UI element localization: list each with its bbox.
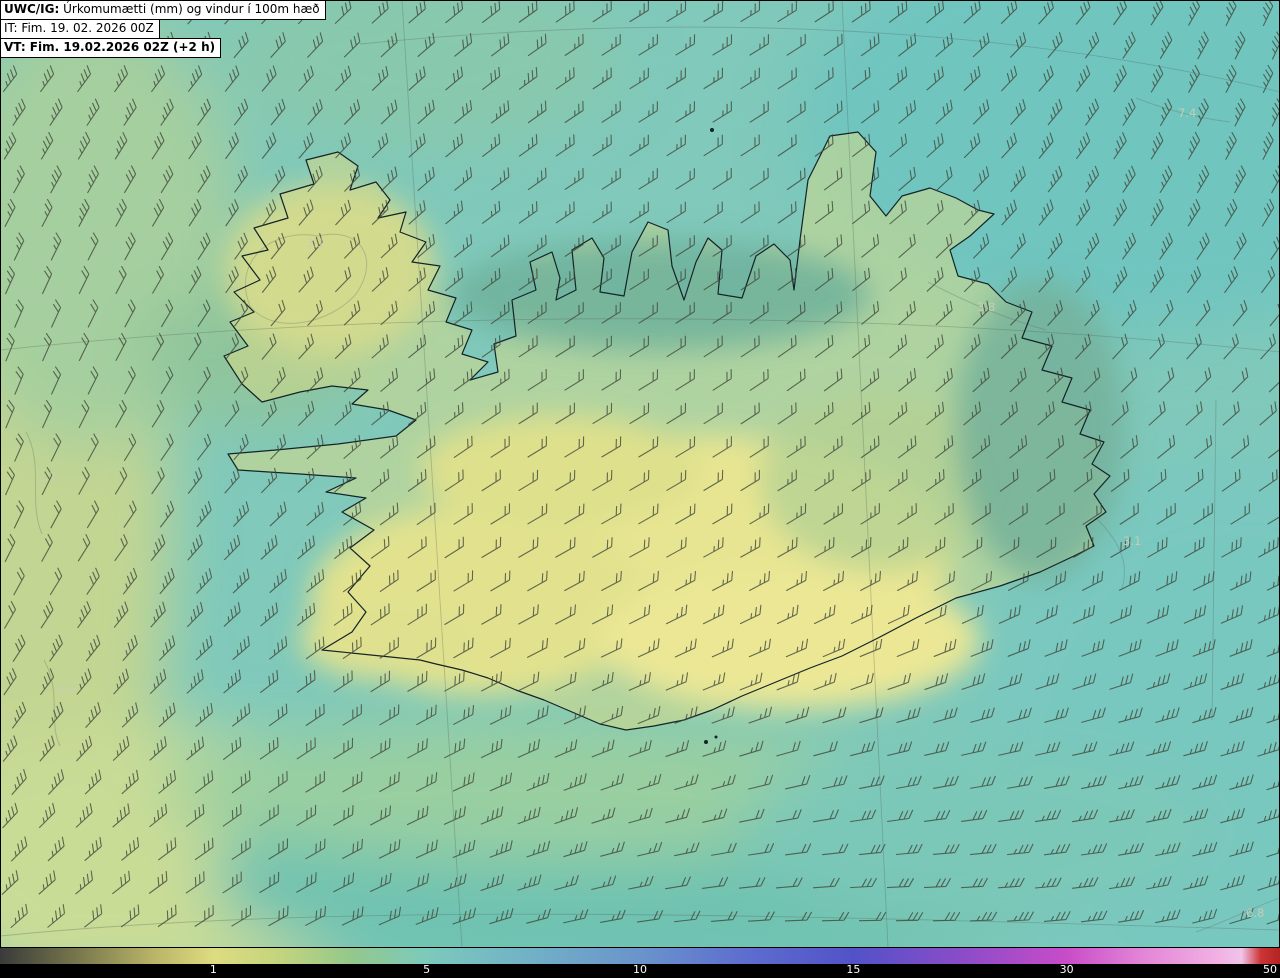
weather-map-app: 3.1 7.4 3.8 2.7 3.1 3.4 6.8 UWC/IG: Úrkomumætt… xyxy=(0,0,1280,978)
product-title-line: UWC/IG: Úrkomumætti (mm) og vindur í 100… xyxy=(0,0,326,20)
contour-label: 3.1 xyxy=(1123,534,1141,548)
colorbar-tick-label: 50 xyxy=(1263,963,1277,976)
colorbar-tick-label: 1 xyxy=(209,963,217,976)
map-canvas: 3.1 7.4 3.8 2.7 3.1 3.4 6.8 UWC/IG: Úrkomumætt… xyxy=(0,0,1280,948)
contour-label: 3.8 xyxy=(977,300,995,314)
contour-label: 3.4 xyxy=(56,683,74,697)
valid-time-line: VT: Fim. 19.02.2026 02Z (+2 h) xyxy=(0,38,222,58)
colorbar-gradient xyxy=(0,948,1280,964)
model-name: UWC/IG: xyxy=(4,2,60,16)
init-time-line: IT: Fim. 19. 02. 2026 00Z xyxy=(0,19,160,39)
colorbar-tick-label: 5 xyxy=(423,963,431,976)
map-graphic: 3.1 7.4 3.8 2.7 3.1 3.4 6.8 xyxy=(0,0,1280,948)
colorbar-labels: 1 5 10 15 30 50 xyxy=(0,963,1280,978)
contour-label: 2.7 xyxy=(38,470,56,484)
contour-label: 3.1 xyxy=(306,236,324,250)
colorbar-tick-label: 15 xyxy=(846,963,861,976)
contour-label: 7.4 xyxy=(1178,106,1196,120)
colorbar-tick-label: 10 xyxy=(633,963,647,976)
colorbar: 1 5 10 15 30 50 xyxy=(0,948,1280,978)
product-title: Úrkomumætti (mm) og vindur í 100m hæð xyxy=(59,2,320,16)
contour-label: 6.8 xyxy=(1246,906,1264,920)
map-title-box: UWC/IG: Úrkomumætti (mm) og vindur í 100… xyxy=(0,0,326,58)
colorbar-tick-label: 30 xyxy=(1059,963,1074,976)
